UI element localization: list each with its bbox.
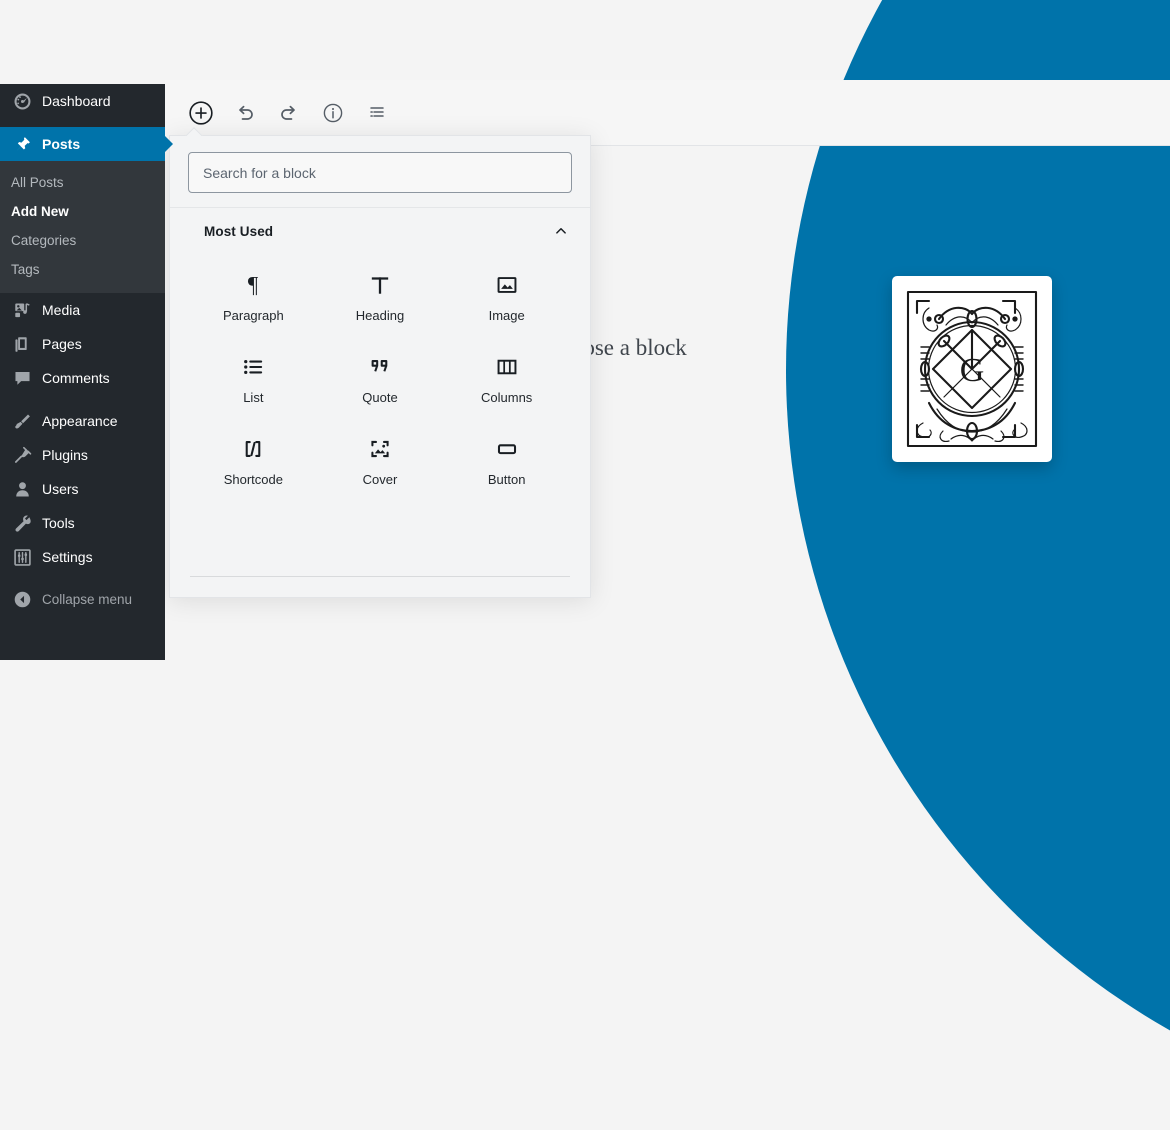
block-label: Quote bbox=[362, 390, 398, 405]
media-icon bbox=[11, 300, 33, 320]
shortcode-icon bbox=[240, 434, 266, 464]
sidebar-item-comments[interactable]: Comments bbox=[0, 361, 165, 395]
sidebar-item-appearance[interactable]: Appearance bbox=[0, 404, 165, 438]
most-used-panel-toggle[interactable]: Most Used bbox=[170, 208, 590, 252]
cover-icon bbox=[367, 434, 393, 464]
sidebar-item-tools[interactable]: Tools bbox=[0, 506, 165, 540]
columns-icon bbox=[494, 352, 520, 382]
heading-icon bbox=[367, 270, 393, 300]
block-type-grid: ¶ Paragraph Heading Image List Quote Col… bbox=[170, 252, 590, 498]
collapse-menu-label: Collapse menu bbox=[42, 591, 133, 607]
sidebar-separator bbox=[0, 118, 165, 127]
quote-icon bbox=[367, 352, 393, 382]
sidebar-item-label: Media bbox=[42, 302, 81, 318]
block-label: Heading bbox=[355, 308, 405, 323]
sidebar-item-pages[interactable]: Pages bbox=[0, 327, 165, 361]
block-item-cover[interactable]: Cover bbox=[317, 420, 444, 498]
block-item-columns[interactable]: Columns bbox=[443, 338, 570, 416]
list-view-icon bbox=[370, 106, 384, 117]
sidebar-item-label: Appearance bbox=[42, 413, 118, 429]
sidebar-item-label: Posts bbox=[42, 136, 81, 152]
undo-button[interactable] bbox=[223, 91, 267, 135]
button-icon bbox=[494, 434, 520, 464]
sidebar-item-settings[interactable]: Settings bbox=[0, 540, 165, 574]
collapse-menu-button[interactable]: Collapse menu bbox=[0, 582, 165, 616]
redo-icon bbox=[281, 105, 295, 120]
sidebar-subitem-categories[interactable]: Categories bbox=[0, 226, 165, 255]
sidebar-item-label: Pages bbox=[42, 336, 82, 352]
sidebar-item-posts[interactable]: Posts bbox=[0, 127, 173, 161]
inserter-search-row bbox=[170, 136, 590, 208]
plug-icon bbox=[11, 445, 33, 465]
sidebar-subitem-add-new[interactable]: Add New bbox=[0, 197, 165, 226]
sidebar-separator bbox=[0, 395, 165, 404]
sidebar-item-dashboard[interactable]: Dashboard bbox=[0, 84, 165, 118]
plus-circle-icon bbox=[189, 100, 213, 125]
sidebar-subitem-tags[interactable]: Tags bbox=[0, 255, 165, 284]
svg-text:¶: ¶ bbox=[248, 273, 259, 298]
sidebar-item-label: Users bbox=[42, 481, 79, 497]
popover-arrow bbox=[185, 127, 203, 136]
block-item-image[interactable]: Image bbox=[443, 256, 570, 334]
block-inserter-popover: Most Used ¶ Paragraph bbox=[169, 135, 591, 598]
block-navigation-button[interactable] bbox=[355, 91, 399, 135]
inserter-footer-divider bbox=[190, 576, 570, 577]
redo-button[interactable] bbox=[267, 91, 311, 135]
block-item-list[interactable]: List bbox=[190, 338, 317, 416]
info-circle-icon bbox=[323, 103, 343, 122]
pages-icon bbox=[11, 334, 33, 354]
block-label: Button bbox=[487, 472, 526, 487]
block-item-heading[interactable]: Heading bbox=[317, 256, 444, 334]
list-icon bbox=[240, 352, 266, 382]
search-input[interactable] bbox=[188, 152, 572, 193]
content-info-button[interactable] bbox=[311, 91, 355, 135]
paragraph-icon: ¶ bbox=[240, 270, 266, 300]
block-label: List bbox=[243, 390, 264, 405]
block-label: Paragraph bbox=[222, 308, 284, 323]
user-icon bbox=[11, 479, 33, 499]
gutenberg-logo-card: G bbox=[892, 276, 1052, 462]
undo-icon bbox=[239, 105, 253, 120]
admin-sidebar: Dashboard Posts All Posts Add New Catego… bbox=[0, 84, 173, 660]
sidebar-subitem-all-posts[interactable]: All Posts bbox=[0, 168, 165, 197]
sliders-icon bbox=[11, 547, 33, 567]
most-used-panel-title: Most Used bbox=[204, 223, 274, 239]
block-item-paragraph[interactable]: ¶ Paragraph bbox=[190, 256, 317, 334]
svg-text:G: G bbox=[960, 352, 985, 389]
sidebar-item-label: Plugins bbox=[42, 447, 88, 463]
pin-icon bbox=[11, 134, 33, 154]
sidebar-item-label: Tools bbox=[42, 515, 75, 531]
gutenberg-emblem-icon: G bbox=[906, 290, 1038, 448]
sidebar-item-media[interactable]: Media bbox=[0, 293, 165, 327]
block-label: Columns bbox=[481, 390, 533, 405]
block-item-button[interactable]: Button bbox=[443, 420, 570, 498]
block-label: Cover bbox=[362, 472, 398, 487]
sidebar-item-plugins[interactable]: Plugins bbox=[0, 438, 165, 472]
sidebar-item-label: Dashboard bbox=[42, 93, 111, 109]
image-icon bbox=[494, 270, 520, 300]
sidebar-item-label: Comments bbox=[42, 370, 110, 386]
sidebar-item-users[interactable]: Users bbox=[0, 472, 165, 506]
comments-icon bbox=[11, 368, 33, 388]
collapse-arrow-icon bbox=[11, 590, 33, 609]
chevron-up-icon bbox=[552, 222, 570, 240]
block-item-shortcode[interactable]: Shortcode bbox=[190, 420, 317, 498]
block-label: Image bbox=[488, 308, 525, 323]
sidebar-item-label: Settings bbox=[42, 549, 93, 565]
sidebar-submenu-posts: All Posts Add New Categories Tags bbox=[0, 161, 165, 293]
brush-icon bbox=[11, 411, 33, 431]
block-item-quote[interactable]: Quote bbox=[317, 338, 444, 416]
wrench-icon bbox=[11, 513, 33, 533]
block-label: Shortcode bbox=[223, 472, 283, 487]
dashboard-icon bbox=[11, 91, 33, 111]
